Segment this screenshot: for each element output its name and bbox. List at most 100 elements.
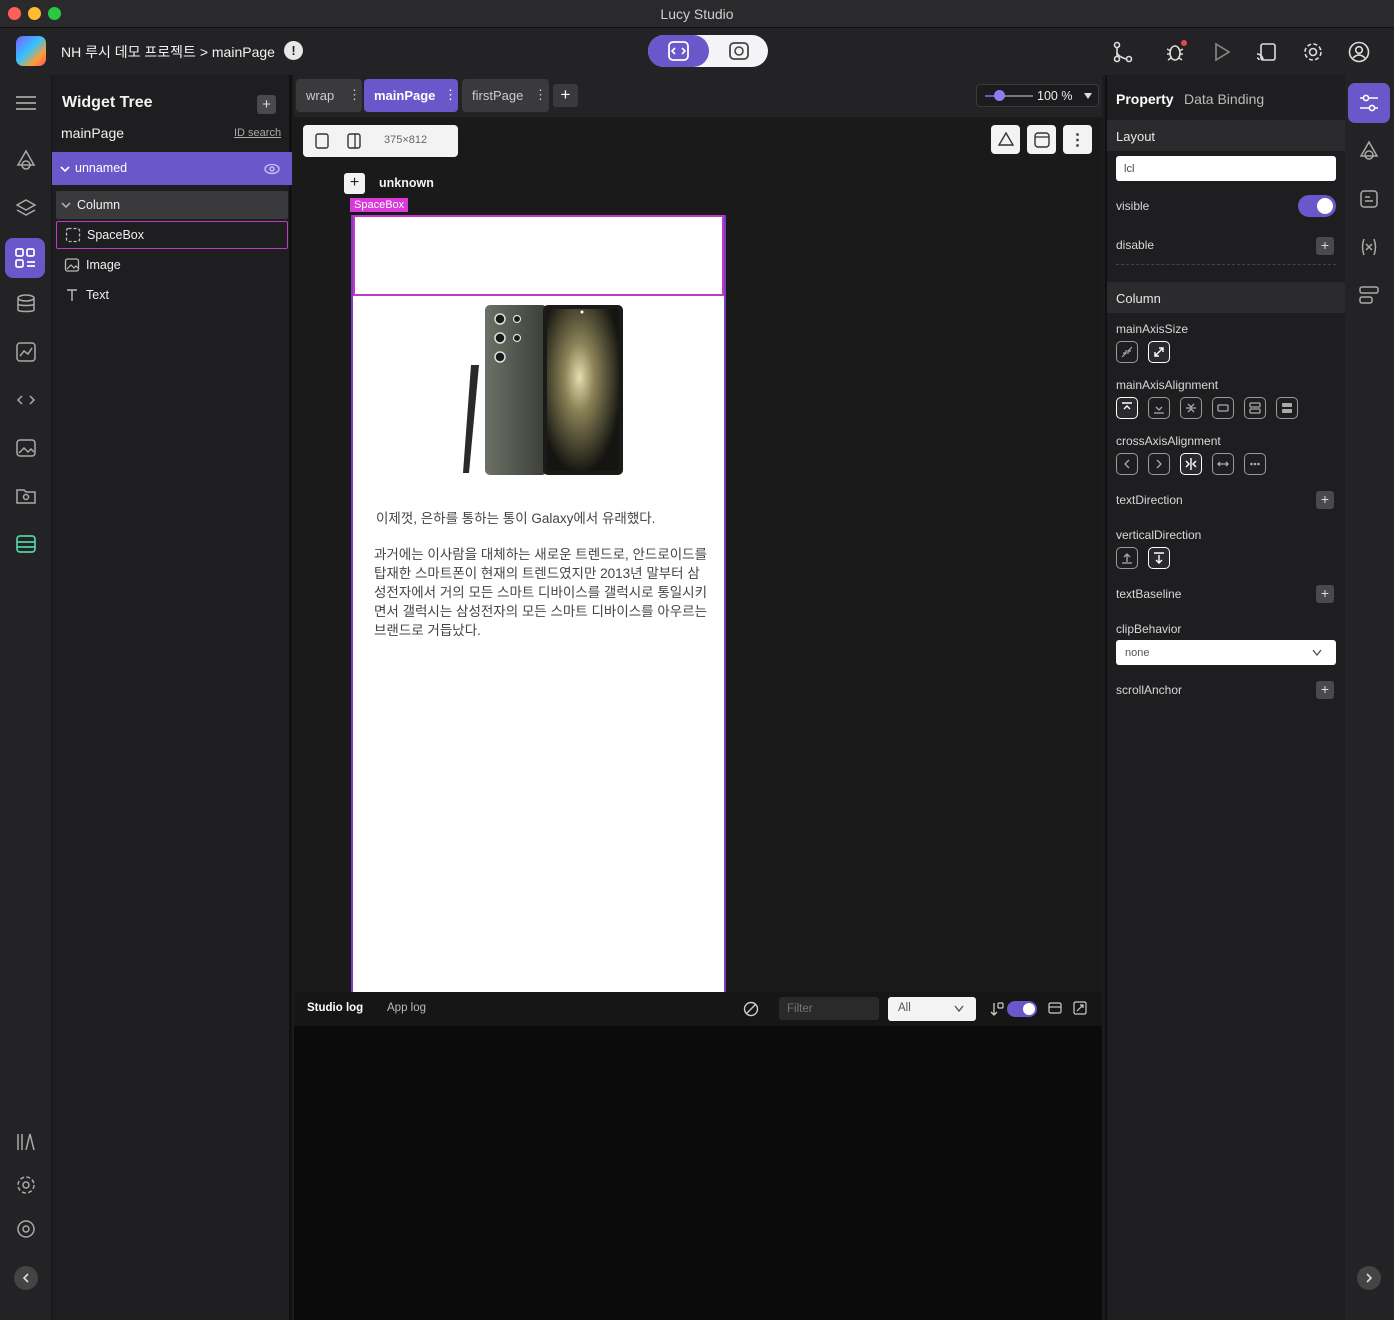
align-end-icon[interactable] — [1148, 397, 1170, 419]
property-panel: Property Data Binding Layout visible dis… — [1105, 75, 1347, 1320]
clip-behavior-select[interactable]: none — [1116, 640, 1336, 665]
visible-label: visible — [1116, 199, 1150, 213]
code-icon[interactable] — [9, 383, 43, 417]
add-text-direction-button[interactable]: + — [1316, 491, 1334, 509]
properties-icon[interactable] — [1348, 83, 1390, 123]
log-panel: Studio log App log All — [294, 992, 1102, 1320]
cross-center-icon[interactable] — [1180, 453, 1202, 475]
tree-item-image[interactable]: Image — [56, 251, 288, 279]
cross-end-icon[interactable] — [1148, 453, 1170, 475]
toggle-knob — [1023, 1003, 1035, 1015]
vertical-down-icon[interactable] — [1148, 547, 1170, 569]
chart-icon[interactable] — [9, 335, 43, 369]
code-screen-icon — [668, 41, 689, 61]
zoom-control[interactable]: 100 % — [976, 84, 1099, 107]
database-icon[interactable] — [9, 287, 43, 321]
section-column: Column — [1107, 282, 1347, 313]
main-axis-max-icon[interactable] — [1148, 341, 1170, 363]
branch-icon[interactable] — [1111, 40, 1135, 64]
add-text-baseline-button[interactable]: + — [1316, 585, 1334, 603]
space-evenly-icon[interactable] — [1276, 397, 1298, 419]
space-around-icon[interactable] — [1244, 397, 1266, 419]
device-screen[interactable]: 이제껏, 은하를 통하는 통이 Galaxy에서 유래했다. 과거에는 이사람을… — [351, 215, 726, 992]
autoscroll-toggle[interactable] — [1007, 1001, 1037, 1017]
cross-axis-alignment-label: crossAxisAlignment — [1116, 434, 1221, 448]
add-tab-button[interactable]: + — [553, 84, 578, 107]
collapse-right-button[interactable] — [1357, 1266, 1381, 1290]
align-start-icon[interactable] — [1116, 397, 1138, 419]
api-icon[interactable] — [1352, 278, 1386, 312]
section-layout: Layout — [1107, 120, 1347, 151]
add-scroll-anchor-button[interactable]: + — [1316, 681, 1334, 699]
gear-icon[interactable] — [9, 1168, 43, 1202]
library-icon[interactable] — [9, 1125, 43, 1159]
more-options-button[interactable]: ⋮ — [1063, 125, 1092, 154]
tree-item-text[interactable]: Text — [56, 281, 288, 309]
cross-stretch-icon[interactable] — [1212, 453, 1234, 475]
vertical-up-icon[interactable] — [1116, 547, 1138, 569]
settings-icon[interactable] — [1301, 40, 1325, 64]
table-icon[interactable] — [9, 527, 43, 561]
tree-item-spacebox[interactable]: SpaceBox — [56, 221, 288, 249]
add-widget-button[interactable]: + — [257, 95, 276, 114]
design-mode-button[interactable] — [648, 35, 709, 67]
image-gallery-icon[interactable] — [9, 431, 43, 465]
style-icon[interactable] — [1352, 182, 1386, 216]
expand-icon[interactable] — [1073, 1001, 1087, 1015]
play-icon[interactable] — [1209, 40, 1233, 64]
chevron-down-icon — [60, 166, 70, 173]
ai-button[interactable] — [991, 125, 1020, 154]
chevron-left-icon — [22, 1273, 29, 1283]
widgets-icon[interactable] — [5, 238, 45, 278]
tab-app-log[interactable]: App log — [387, 1002, 426, 1014]
variable-icon[interactable] — [1352, 230, 1386, 264]
tree-root-unnamed[interactable]: unnamed — [52, 152, 292, 185]
tab-data-binding[interactable]: Data Binding — [1184, 91, 1264, 107]
log-level-value: All — [898, 1002, 911, 1014]
zoom-slider-handle[interactable] — [994, 90, 1006, 101]
cross-baseline-icon[interactable] — [1244, 453, 1266, 475]
main-axis-min-icon[interactable] — [1116, 341, 1138, 363]
tab-firstpage[interactable]: firstPage ⋮ — [462, 79, 549, 112]
layers-icon[interactable] — [9, 191, 43, 225]
mode-toggle[interactable] — [648, 35, 768, 67]
code-view-button[interactable] — [1027, 125, 1056, 154]
badge-icon[interactable] — [9, 1212, 43, 1246]
dock-panel-icon[interactable] — [1048, 1002, 1062, 1014]
clear-log-icon[interactable] — [743, 1001, 759, 1017]
space-between-icon[interactable] — [1212, 397, 1234, 419]
tab-label: wrap — [306, 88, 335, 103]
visible-toggle[interactable] — [1298, 195, 1336, 217]
tab-wrap[interactable]: wrap ⋮ — [296, 79, 362, 112]
event-icon[interactable] — [1352, 134, 1386, 168]
tab-property[interactable]: Property — [1116, 91, 1174, 107]
shapes-icon[interactable] — [9, 143, 43, 177]
more-vertical-icon: ⋮ — [1069, 131, 1086, 149]
id-search-link[interactable]: ID search — [234, 127, 281, 139]
log-level-select[interactable]: All — [888, 997, 976, 1021]
cast-icon[interactable] — [1255, 40, 1279, 64]
tab-more-icon[interactable]: ⋮ — [534, 87, 547, 103]
cross-start-icon[interactable] — [1116, 453, 1138, 475]
tab-studio-log[interactable]: Studio log — [307, 1002, 363, 1014]
menu-icon[interactable] — [9, 86, 43, 120]
spacebox-widget[interactable] — [353, 215, 724, 296]
tab-more-icon[interactable]: ⋮ — [444, 87, 457, 103]
add-widget-canvas-button[interactable]: + — [344, 173, 365, 194]
account-icon[interactable] — [1347, 40, 1371, 64]
main-axis-alignment-label: mainAxisAlignment — [1116, 378, 1219, 392]
tab-mainpage[interactable]: mainPage ⋮ — [364, 79, 458, 112]
sort-icon[interactable] — [990, 1001, 1004, 1017]
folder-icon[interactable] — [9, 479, 43, 513]
align-center-icon[interactable] — [1180, 397, 1202, 419]
log-filter-input[interactable] — [779, 997, 879, 1020]
collapse-left-button[interactable] — [14, 1266, 38, 1290]
text-icon — [67, 289, 77, 301]
warning-icon[interactable]: ! — [284, 41, 303, 60]
tab-more-icon[interactable]: ⋮ — [348, 87, 361, 103]
preview-mode-button[interactable] — [710, 35, 768, 67]
tree-item-column[interactable]: Column — [56, 191, 288, 219]
add-disable-button[interactable]: + — [1316, 237, 1334, 255]
widget-id-field[interactable] — [1116, 156, 1336, 181]
debug-icon[interactable] — [1163, 40, 1187, 64]
